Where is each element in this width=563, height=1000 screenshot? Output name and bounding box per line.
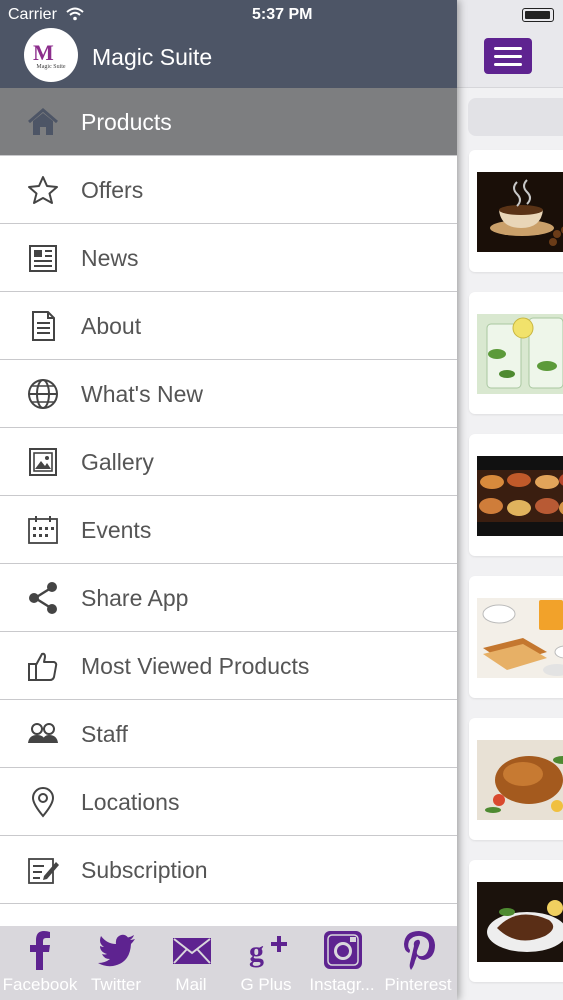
globe-icon xyxy=(28,379,58,409)
star-icon xyxy=(28,176,58,204)
thumbs-up-icon xyxy=(28,652,58,681)
pinterest-icon xyxy=(404,931,435,970)
product-card[interactable] xyxy=(469,434,563,556)
product-card[interactable] xyxy=(469,860,563,982)
social-pinterest-button[interactable]: Pinterest xyxy=(380,926,456,1000)
menu-item-label: Most Viewed Products xyxy=(81,653,310,679)
product-thumbnail-steak xyxy=(477,882,563,962)
menu-item-subscription[interactable]: Subscription xyxy=(0,836,457,904)
social-label: Pinterest xyxy=(384,975,452,994)
menu-item-label: What's New xyxy=(81,381,203,407)
app-title: Magic Suite xyxy=(92,44,213,70)
product-card[interactable] xyxy=(469,292,563,414)
battery-icon xyxy=(522,8,554,22)
menu-item-about[interactable]: About xyxy=(0,292,457,360)
menu-item-label: Events xyxy=(81,517,152,543)
location-pin-icon xyxy=(31,787,55,818)
drawer-menu: Products Offers News About What's New Ga… xyxy=(0,88,457,934)
menu-item-locations[interactable]: Locations xyxy=(0,768,457,836)
menu-item-products[interactable]: Products xyxy=(0,88,457,156)
menu-item-label: Share App xyxy=(81,585,189,611)
newspaper-icon xyxy=(29,245,57,272)
mail-icon xyxy=(173,938,211,964)
svg-text:g: g xyxy=(249,935,264,968)
app-logo: M Magic Suite xyxy=(24,28,78,82)
people-icon xyxy=(28,723,58,743)
share-icon xyxy=(29,582,57,614)
product-thumbnail-breakfast xyxy=(477,598,563,678)
menu-item-label: Products xyxy=(81,109,172,135)
menu-toggle-button[interactable] xyxy=(484,38,532,74)
menu-item-label: Gallery xyxy=(81,449,154,475)
menu-item-gallery[interactable]: Gallery xyxy=(0,428,457,496)
social-label: Instagr... xyxy=(309,975,375,994)
menu-item-whats-new[interactable]: What's New xyxy=(0,360,457,428)
status-bar: Carrier 5:37 PM xyxy=(0,0,563,30)
social-label: Twitter xyxy=(90,975,142,994)
product-card[interactable] xyxy=(469,150,563,272)
menu-item-label: News xyxy=(81,245,139,271)
calendar-icon xyxy=(28,516,58,544)
menu-item-label: About xyxy=(81,313,142,339)
google-plus-icon: g xyxy=(249,935,287,968)
social-label: Facebook xyxy=(2,975,78,994)
menu-item-label: Subscription xyxy=(81,857,208,883)
menu-item-label: Staff xyxy=(81,721,128,747)
twitter-icon xyxy=(98,934,135,967)
menu-item-label: Locations xyxy=(81,789,180,815)
menu-item-staff[interactable]: Staff xyxy=(0,700,457,768)
menu-item-events[interactable]: Events xyxy=(0,496,457,564)
social-instagram-button[interactable]: Instagr... xyxy=(304,926,380,1000)
menu-item-news[interactable]: News xyxy=(0,224,457,292)
social-google-plus-button[interactable]: g G Plus xyxy=(228,926,304,1000)
document-icon xyxy=(32,311,55,341)
facebook-icon xyxy=(30,931,50,970)
product-thumbnail-dishes xyxy=(477,456,563,536)
home-icon xyxy=(28,108,58,135)
menu-item-offers[interactable]: Offers xyxy=(0,156,457,224)
social-facebook-button[interactable]: Facebook xyxy=(2,926,78,1000)
search-bar[interactable] xyxy=(468,98,563,136)
menu-item-label: Offers xyxy=(81,177,144,203)
product-card[interactable] xyxy=(469,718,563,840)
social-label: G Plus xyxy=(240,975,292,994)
carrier-label: Carrier xyxy=(8,6,57,23)
clock: 5:37 PM xyxy=(252,6,313,23)
instagram-icon xyxy=(324,931,362,969)
wifi-icon xyxy=(66,7,84,21)
menu-item-share-app[interactable]: Share App xyxy=(0,564,457,632)
product-thumbnail-roast-chicken xyxy=(477,740,563,820)
social-bar: Facebook Twitter Mail g G Plus Instagr..… xyxy=(0,926,457,1000)
product-thumbnail-coffee xyxy=(477,172,563,252)
social-mail-button[interactable]: Mail xyxy=(153,926,229,1000)
menu-item-most-viewed[interactable]: Most Viewed Products xyxy=(0,632,457,700)
product-card[interactable] xyxy=(469,576,563,698)
side-drawer: M Magic Suite Magic Suite Products Offer… xyxy=(0,0,457,1000)
image-icon xyxy=(29,448,57,476)
social-twitter-button[interactable]: Twitter xyxy=(78,926,154,1000)
product-thumbnail-mojito xyxy=(477,314,563,394)
main-content-pane xyxy=(457,0,563,1000)
social-label: Mail xyxy=(175,975,207,994)
edit-form-icon xyxy=(28,858,59,884)
